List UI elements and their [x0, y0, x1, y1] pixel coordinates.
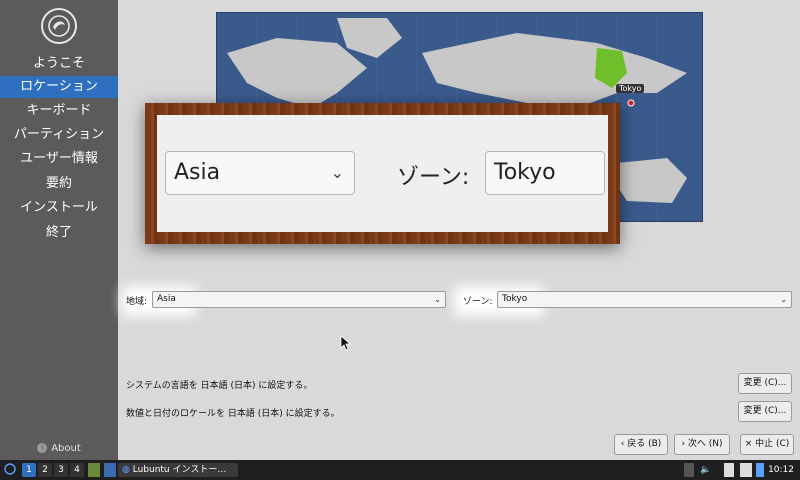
workspace-2[interactable]: 2: [38, 463, 52, 477]
region-label: 地域:: [126, 297, 148, 307]
workspace-3[interactable]: 3: [54, 463, 68, 477]
clipboard-icon[interactable]: [724, 463, 734, 477]
sidebar-item-install: インストール: [20, 200, 98, 215]
zoom-zone-label: ゾーン:: [397, 165, 470, 190]
about-label: About: [51, 443, 81, 454]
close-icon: ×: [744, 439, 756, 449]
workspace-4[interactable]: 4: [70, 463, 84, 477]
back-label: 戻る (B): [627, 439, 662, 449]
desktop-icon[interactable]: [88, 463, 100, 477]
sidebar-item-location: ロケーション: [0, 76, 118, 98]
about-button[interactable]: i About: [0, 443, 118, 454]
change-locale-button[interactable]: 変更 (C)...: [738, 401, 792, 422]
chevron-down-icon: ⌄: [330, 163, 344, 182]
mouse-pointer-icon: [340, 335, 352, 351]
chevron-down-icon: ⌄: [434, 295, 441, 304]
back-button[interactable]: ‹ 戻る (B): [614, 434, 668, 455]
taskbar-app-label: Lubuntu インストー…: [132, 465, 227, 475]
change-language-button[interactable]: 変更 (C)...: [738, 373, 792, 394]
zoom-region-select: Asia ⌄: [165, 151, 355, 195]
sidebar-item-partitions: パーティション: [13, 127, 105, 142]
sidebar: ようこそ ロケーション キーボード パーティション ユーザー情報 要約 インスト…: [0, 0, 118, 460]
taskbar-app-installer[interactable]: ◍ Lubuntu インストー…: [118, 463, 238, 477]
sidebar-item-keyboard: キーボード: [26, 103, 92, 118]
info-icon: i: [37, 443, 48, 453]
language-info: システムの言語を 日本語 (日本) に設定する。: [126, 381, 313, 391]
cancel-label: 中止 (C): [755, 439, 790, 449]
volume-icon[interactable]: 🔈: [700, 463, 712, 477]
clock: 10:12: [768, 465, 794, 475]
next-button[interactable]: › 次へ (N): [674, 434, 730, 455]
network-icon[interactable]: [756, 463, 764, 477]
region-select[interactable]: Asia ⌄: [152, 291, 446, 308]
monitor-icon[interactable]: [740, 463, 752, 477]
start-menu-icon[interactable]: [4, 463, 18, 477]
zoom-zone-select: Tokyo: [485, 151, 605, 195]
chevron-down-icon: ⌄: [780, 295, 787, 304]
taskbar: 1 2 3 4 ◍ Lubuntu インストー… 🔈 10:12: [0, 460, 800, 480]
installer-app-icon: ◍: [122, 465, 133, 475]
sidebar-item-welcome: ようこそ: [32, 56, 85, 71]
locale-info: 数値と日付のロケールを 日本語 (日本) に設定する。: [126, 409, 340, 419]
zoom-overlay: Asia ⌄ ゾーン: Tokyo: [145, 103, 620, 244]
file-manager-icon[interactable]: [104, 463, 116, 477]
workspace-1[interactable]: 1: [22, 463, 36, 477]
map-city-tag: Tokyo: [616, 84, 645, 93]
lubuntu-logo: [41, 8, 77, 44]
lubuntu-logo-icon: [48, 15, 70, 37]
main-panel: Tokyo Asia ⌄ ゾーン: Tokyo 地域: Asia ⌄ ゾーン: …: [118, 0, 800, 460]
zone-value: Tokyo: [502, 294, 528, 304]
zoom-zone-value: Tokyo: [494, 160, 556, 185]
sidebar-item-finish: 終了: [45, 225, 72, 240]
zoom-region-value: Asia: [174, 160, 221, 185]
zoom-inner: Asia ⌄ ゾーン: Tokyo: [157, 115, 608, 232]
sidebar-item-summary: 要約: [45, 176, 72, 191]
zone-label: ゾーン:: [463, 297, 493, 307]
zone-select[interactable]: Tokyo ⌄: [497, 291, 792, 308]
next-label: 次へ (N): [687, 439, 723, 449]
cancel-button[interactable]: × 中止 (C): [740, 434, 794, 455]
region-value: Asia: [157, 294, 176, 304]
eject-icon[interactable]: [684, 463, 694, 477]
sidebar-item-users: ユーザー情報: [20, 151, 98, 166]
